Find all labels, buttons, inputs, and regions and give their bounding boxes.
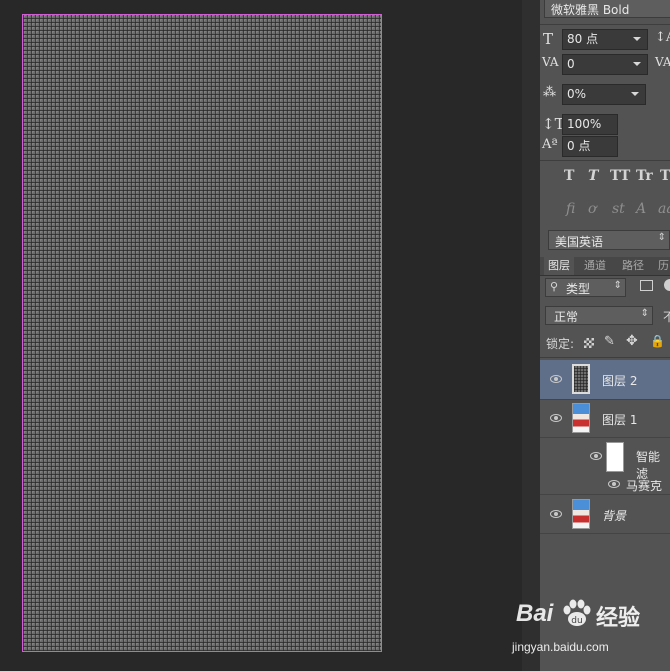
- leading-icon: ↕A: [655, 30, 670, 45]
- ordinals-button[interactable]: aa: [658, 201, 670, 217]
- font-size-value: 80 点: [567, 32, 599, 46]
- font-size-field[interactable]: 80 点: [562, 29, 648, 50]
- visibility-eye-icon[interactable]: [590, 452, 602, 460]
- svg-text:du: du: [571, 616, 582, 626]
- canvas-area[interactable]: [0, 0, 522, 671]
- filter-arrows-icon: ⇕: [613, 280, 622, 291]
- blend-mode-value: 正常: [554, 310, 579, 324]
- layer-row-layer2[interactable]: 图层 2: [540, 360, 670, 400]
- font-family-value: 微软雅黑 Bold: [551, 3, 630, 17]
- lock-position-icon[interactable]: ✥: [626, 333, 638, 349]
- language-value: 美国英语: [555, 235, 604, 249]
- language-select[interactable]: 美国英语 ⇕: [548, 230, 670, 250]
- opacity-label: 不: [663, 310, 670, 324]
- smart-filter-mask-thumbnail: [606, 442, 624, 472]
- tab-history[interactable]: 历: [654, 257, 670, 275]
- layer-filter-select[interactable]: ⚲ 类型 ⇕: [545, 278, 626, 297]
- lock-transparent-icon[interactable]: [584, 338, 594, 348]
- filter-search-icon: ⚲: [550, 280, 559, 293]
- tracking-field[interactable]: 0: [562, 54, 648, 75]
- layer1-thumbnail: [572, 403, 590, 433]
- paw-icon: du: [560, 598, 594, 628]
- baseline-shift-value: 0 点: [567, 139, 591, 153]
- kerning-icon: VA: [542, 55, 559, 69]
- old-style-button[interactable]: ơ: [588, 201, 596, 217]
- tab-paths[interactable]: 路径: [618, 257, 648, 275]
- tsume-icon: ⁂: [543, 85, 556, 100]
- background-thumbnail: [572, 499, 590, 529]
- layer-row-layer1[interactable]: 图层 1: [540, 399, 670, 438]
- visibility-eye-icon[interactable]: [550, 375, 562, 383]
- visibility-eye-icon[interactable]: [550, 510, 562, 518]
- font-size-icon: T: [543, 30, 554, 48]
- ligature-button[interactable]: fi: [566, 201, 575, 217]
- filter-name: 马赛克: [626, 479, 663, 493]
- baidu-jingyan-text: 经验: [596, 605, 641, 630]
- lock-all-icon[interactable]: 🔒: [650, 334, 665, 348]
- tsume-value: 0%: [567, 87, 587, 101]
- all-caps-button[interactable]: TT: [610, 168, 630, 184]
- tab-channels[interactable]: 通道: [580, 257, 610, 275]
- document-canvas[interactable]: [22, 14, 382, 652]
- right-panel: 微软雅黑 Bold T 80 点 ↕A VA 0 VA ⁂ 0% ↕T 100%…: [540, 0, 670, 671]
- baseline-shift-field[interactable]: 0 点: [562, 136, 618, 157]
- smart-filters-row[interactable]: 智能滤: [540, 438, 670, 481]
- faux-bold-button[interactable]: T: [564, 168, 574, 184]
- filter-row-mosaic[interactable]: 马赛克: [540, 475, 670, 495]
- adjustment-filter-icon[interactable]: [664, 279, 670, 291]
- stylistic-button[interactable]: st: [612, 201, 625, 217]
- tab-layers[interactable]: 图层: [544, 257, 574, 275]
- blend-mode-select[interactable]: 正常 ⇕: [545, 306, 653, 325]
- visibility-eye-icon[interactable]: [550, 414, 562, 422]
- canvas-scrollbar[interactable]: [522, 0, 540, 671]
- lock-paint-icon[interactable]: ✎: [604, 334, 615, 349]
- swash-button[interactable]: A: [636, 201, 646, 217]
- layer-name: 图层 1: [602, 413, 638, 427]
- baidu-brand: Bai: [516, 600, 554, 627]
- layer-name: 图层 2: [602, 374, 638, 388]
- image-filter-icon[interactable]: [640, 280, 653, 291]
- visibility-eye-icon[interactable]: [608, 480, 620, 488]
- layer-filter-value: 类型: [566, 282, 591, 296]
- font-family-select[interactable]: 微软雅黑 Bold: [544, 0, 670, 18]
- faux-italic-button[interactable]: T: [588, 168, 598, 184]
- tracking-icon: VA: [655, 55, 670, 69]
- tracking-value: 0: [567, 57, 575, 71]
- superscript-button[interactable]: T: [660, 168, 670, 184]
- watermark-url: jingyan.baidu.com: [512, 640, 609, 654]
- language-arrows-icon: ⇕: [657, 232, 666, 243]
- lock-label: 锁定:: [546, 337, 575, 351]
- layer2-thumbnail: [572, 364, 590, 394]
- layer-row-background[interactable]: 背景: [540, 495, 670, 534]
- vertical-scale-field[interactable]: 100%: [562, 114, 618, 135]
- small-caps-button[interactable]: Tr: [636, 168, 653, 184]
- vertical-scale-value: 100%: [567, 117, 602, 131]
- baseline-shift-icon: Aª: [542, 137, 558, 152]
- layer-name: 背景: [602, 509, 627, 523]
- blend-arrows-icon: ⇕: [640, 308, 649, 319]
- layers-tab-bar: 图层 通道 路径 历: [540, 257, 670, 276]
- tsume-field[interactable]: 0%: [562, 84, 646, 105]
